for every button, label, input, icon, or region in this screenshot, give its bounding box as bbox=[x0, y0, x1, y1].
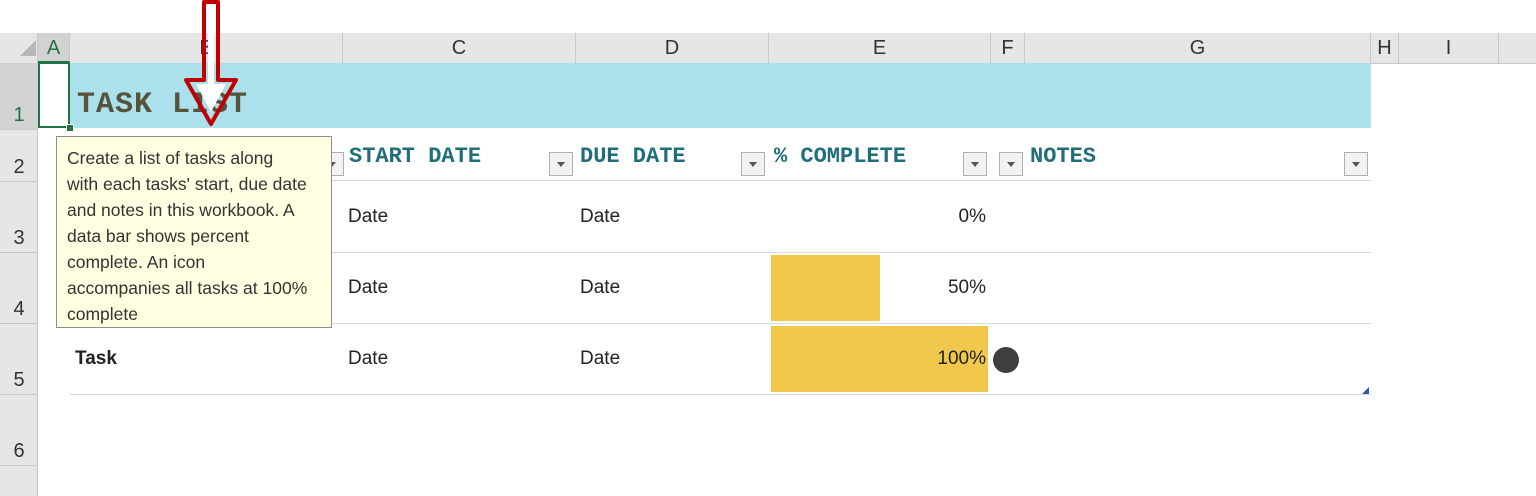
tooltip-line: Create a list of tasks along bbox=[67, 148, 274, 168]
filter-button-notes[interactable] bbox=[1344, 152, 1368, 176]
title-band bbox=[70, 63, 1371, 128]
tooltip-line: and notes in this workbook. A bbox=[67, 200, 295, 220]
header-start-date[interactable]: START DATE bbox=[349, 144, 481, 169]
cell-percent-complete[interactable]: 100% bbox=[886, 348, 986, 370]
cell-percent-complete[interactable]: 50% bbox=[886, 277, 986, 299]
filter-button-f[interactable] bbox=[999, 152, 1023, 176]
row-header-1[interactable]: 1 bbox=[0, 63, 38, 130]
filter-button-percent-complete[interactable] bbox=[963, 152, 987, 176]
selected-cell-a1[interactable] bbox=[38, 62, 70, 128]
row-divider bbox=[70, 394, 1371, 395]
cell-start-date[interactable]: Date bbox=[348, 277, 388, 299]
tooltip-line: accompanies all tasks at 100% bbox=[67, 278, 308, 298]
header-percent-complete[interactable]: % COMPLETE bbox=[774, 144, 906, 169]
column-header-d[interactable]: D bbox=[576, 33, 769, 63]
chevron-down-icon bbox=[971, 161, 979, 167]
tooltip-line: data bar shows percent bbox=[67, 226, 249, 246]
row-header-4[interactable]: 4 bbox=[0, 253, 38, 324]
column-header-h[interactable]: H bbox=[1371, 33, 1399, 63]
cell-due-date[interactable]: Date bbox=[580, 206, 620, 228]
column-header-c[interactable]: C bbox=[343, 33, 576, 63]
column-header-f[interactable]: F bbox=[991, 33, 1025, 63]
chevron-down-icon bbox=[749, 161, 757, 167]
tooltip-line: with each tasks' start, due date bbox=[67, 174, 307, 194]
chevron-down-icon bbox=[1007, 161, 1015, 167]
column-header-a[interactable]: A bbox=[38, 33, 70, 63]
header-notes[interactable]: NOTES bbox=[1030, 144, 1096, 169]
cell-task[interactable]: Task bbox=[75, 348, 117, 370]
chevron-down-icon bbox=[1352, 161, 1360, 167]
tooltip-line: complete. An icon bbox=[67, 252, 206, 272]
cell-start-date[interactable]: Date bbox=[348, 206, 388, 228]
data-bar bbox=[771, 255, 880, 321]
fill-handle[interactable] bbox=[66, 124, 74, 132]
tooltip-line: complete bbox=[67, 304, 139, 324]
cell-due-date[interactable]: Date bbox=[580, 348, 620, 370]
row-header-6[interactable]: 6 bbox=[0, 395, 38, 466]
filter-button-start-date[interactable] bbox=[549, 152, 573, 176]
row-header-5[interactable]: 5 bbox=[0, 324, 38, 395]
chevron-down-icon bbox=[557, 161, 565, 167]
filled-circle-icon bbox=[993, 347, 1019, 373]
cell-due-date[interactable]: Date bbox=[580, 277, 620, 299]
table-resize-handle[interactable] bbox=[1362, 387, 1369, 394]
select-all-triangle-icon[interactable] bbox=[20, 40, 36, 56]
column-header-i[interactable]: I bbox=[1399, 33, 1499, 63]
cell-comment-tooltip: Create a list of tasks along with each t… bbox=[56, 136, 332, 328]
cell-start-date[interactable]: Date bbox=[348, 348, 388, 370]
cell-percent-complete[interactable]: 0% bbox=[886, 206, 986, 228]
column-header-g[interactable]: G bbox=[1025, 33, 1371, 63]
header-due-date[interactable]: DUE DATE bbox=[580, 144, 686, 169]
row-header-3[interactable]: 3 bbox=[0, 182, 38, 253]
column-header-e[interactable]: E bbox=[769, 33, 991, 63]
filter-button-due-date[interactable] bbox=[741, 152, 765, 176]
row-header-2[interactable]: 2 bbox=[0, 130, 38, 182]
down-arrow-annotation-icon bbox=[184, 0, 238, 126]
